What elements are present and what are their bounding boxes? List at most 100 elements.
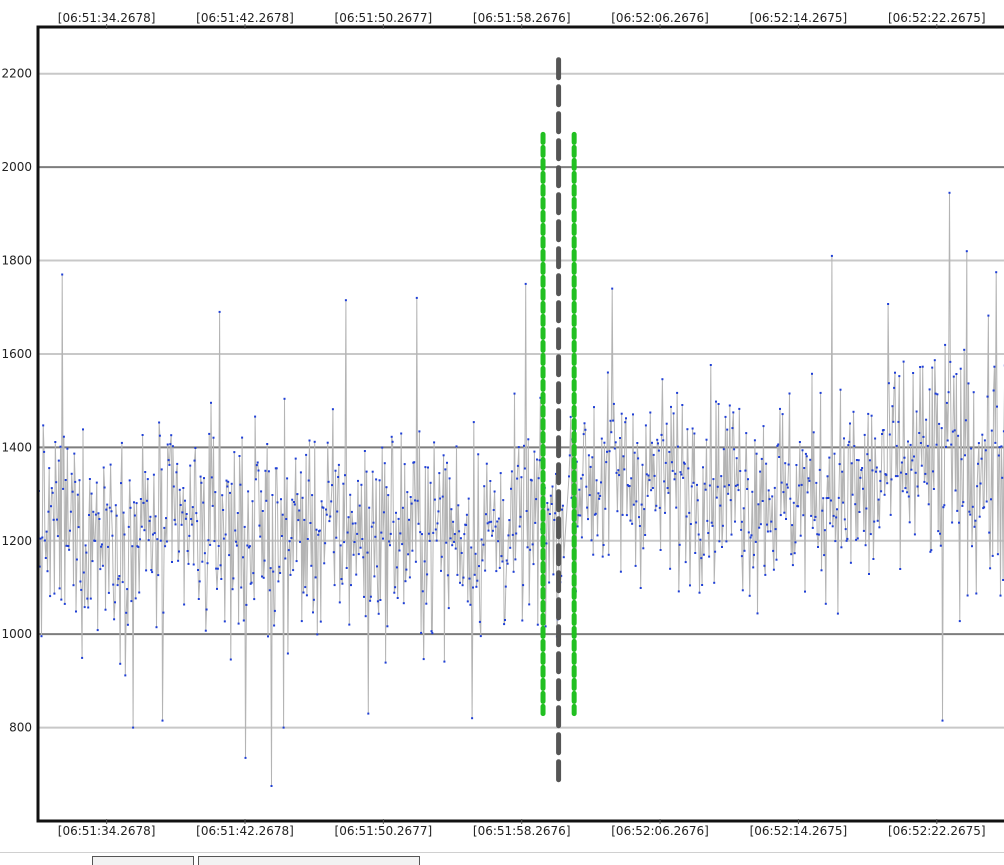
data-point	[79, 479, 81, 481]
data-point	[98, 518, 100, 520]
data-point	[322, 507, 324, 509]
data-point	[211, 476, 213, 478]
data-point	[761, 458, 763, 460]
data-point	[192, 506, 194, 508]
data-point	[706, 439, 708, 441]
data-point	[48, 467, 50, 469]
data-point	[798, 485, 800, 487]
data-point	[767, 531, 769, 533]
data-point	[443, 661, 445, 663]
data-point	[50, 505, 52, 507]
data-point	[870, 533, 872, 535]
data-point	[175, 523, 177, 525]
data-point	[780, 514, 782, 516]
data-point	[399, 550, 401, 552]
data-point	[858, 459, 860, 461]
data-point	[699, 539, 701, 541]
data-point	[897, 475, 899, 477]
data-point	[532, 543, 534, 545]
data-point	[867, 413, 869, 415]
data-point	[865, 508, 867, 510]
data-point	[288, 549, 290, 551]
data-point	[591, 539, 593, 541]
data-point	[495, 526, 497, 528]
data-point	[277, 580, 279, 582]
data-point	[869, 459, 871, 461]
data-point	[372, 471, 374, 473]
data-point	[309, 522, 311, 524]
data-point	[923, 436, 925, 438]
data-point	[892, 421, 894, 423]
data-point	[336, 511, 338, 513]
data-point	[98, 512, 100, 514]
data-point	[672, 470, 674, 472]
data-point	[510, 488, 512, 490]
data-point	[872, 469, 874, 471]
data-point	[463, 533, 465, 535]
data-point	[853, 411, 855, 413]
data-point	[369, 600, 371, 602]
data-point	[380, 532, 382, 534]
data-point	[150, 569, 152, 571]
data-point	[220, 564, 222, 566]
data-point	[599, 495, 601, 497]
data-point	[590, 466, 592, 468]
data-point	[117, 584, 119, 586]
data-point	[724, 486, 726, 488]
data-point	[74, 481, 76, 483]
data-point	[959, 620, 961, 622]
data-point	[111, 535, 113, 537]
data-point	[947, 440, 949, 442]
data-point	[448, 607, 450, 609]
data-point	[443, 454, 445, 456]
data-point	[475, 586, 477, 588]
data-point	[258, 525, 260, 527]
data-point	[124, 534, 126, 536]
data-point	[934, 359, 936, 361]
data-point	[148, 539, 150, 541]
data-point	[909, 521, 911, 523]
data-point	[423, 658, 425, 660]
data-point	[889, 434, 891, 436]
data-point	[429, 540, 431, 542]
data-point	[700, 557, 702, 559]
data-point	[239, 484, 241, 486]
data-point	[216, 588, 218, 590]
data-point	[974, 520, 976, 522]
data-point	[410, 496, 412, 498]
data-point	[466, 514, 468, 516]
data-point	[119, 663, 121, 665]
data-point	[61, 274, 63, 276]
data-point	[253, 598, 255, 600]
data-point	[926, 483, 928, 485]
data-point	[896, 445, 898, 447]
data-point	[295, 458, 297, 460]
data-point	[94, 540, 96, 542]
data-point	[147, 478, 149, 480]
data-point	[802, 449, 804, 451]
data-point	[725, 416, 727, 418]
data-point	[997, 553, 999, 555]
data-point	[795, 541, 797, 543]
data-point	[641, 504, 643, 506]
data-point	[356, 533, 358, 535]
data-point	[71, 473, 73, 475]
data-point	[951, 522, 953, 524]
data-point	[578, 489, 580, 491]
data-point	[73, 584, 75, 586]
data-point	[550, 495, 552, 497]
data-point	[528, 603, 530, 605]
data-point	[482, 559, 484, 561]
data-point	[262, 510, 264, 512]
data-point	[932, 470, 934, 472]
data-point	[893, 387, 895, 389]
data-point	[521, 620, 523, 622]
data-point	[661, 434, 663, 436]
data-point	[863, 530, 865, 532]
data-point	[539, 459, 541, 461]
data-point	[227, 481, 229, 483]
data-point	[424, 560, 426, 562]
data-point	[121, 442, 123, 444]
data-point	[195, 512, 197, 514]
data-point	[360, 484, 362, 486]
